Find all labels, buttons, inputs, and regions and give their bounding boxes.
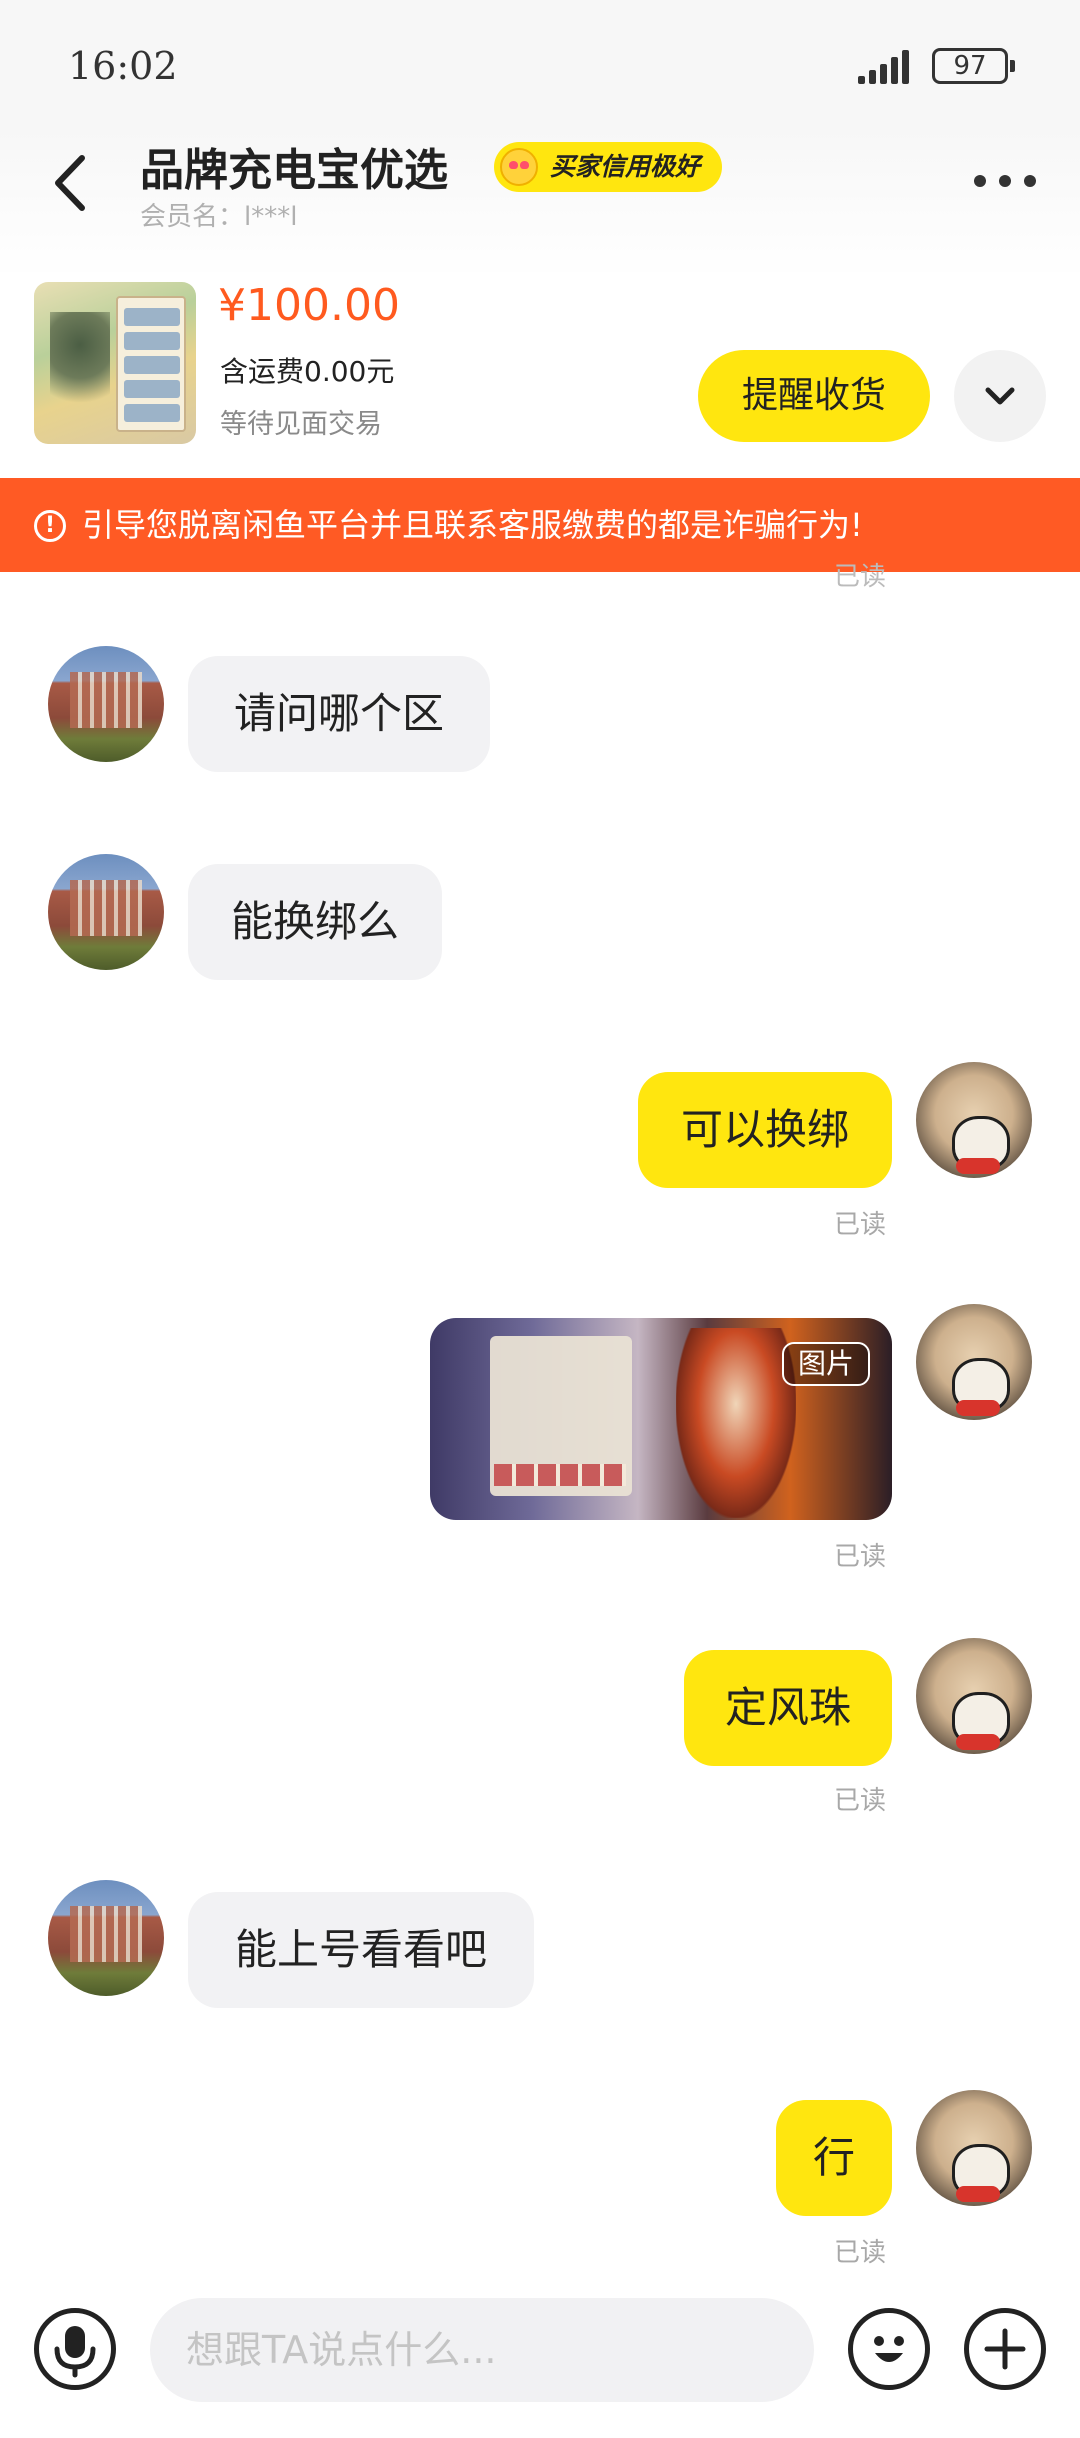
message-input[interactable] [150, 2298, 814, 2402]
trade-status: 等待见面交易 [220, 409, 382, 440]
emoji-icon [874, 2336, 904, 2362]
shop-name: 品牌充电宝优选 [140, 145, 448, 196]
my-avatar[interactable] [916, 1062, 1032, 1178]
message-bubble[interactable]: 行 [776, 2100, 892, 2216]
remind-receipt-button[interactable]: 提醒收货 [698, 350, 930, 442]
image-tag: 图片 [781, 1342, 870, 1386]
shipping-info: 含运费0.00元 [220, 355, 395, 388]
read-status: 已读 [834, 1210, 887, 1240]
status-bar: 16:02 97 [0, 0, 1080, 130]
message-bubble[interactable]: 能上号看看吧 [188, 1892, 534, 2008]
status-time: 16:02 [68, 44, 178, 88]
read-status: 已读 [834, 1542, 887, 1572]
my-avatar[interactable] [916, 1638, 1032, 1754]
more-actions-button[interactable] [964, 2308, 1046, 2390]
read-status: 已读 [834, 1786, 887, 1816]
heart-eyes-icon [500, 148, 538, 186]
emoji-button[interactable] [848, 2308, 930, 2390]
credit-badge: 买家信用极好 [494, 142, 723, 192]
credit-badge-label: 买家信用极好 [550, 152, 701, 181]
my-avatar[interactable] [916, 2090, 1032, 2206]
read-status: 已读 [834, 2238, 887, 2268]
signal-icon [858, 48, 918, 84]
message-bubble[interactable]: 能换绑么 [188, 864, 442, 980]
battery-icon: 97 [932, 48, 1015, 84]
chevron-left-icon [55, 155, 85, 211]
microphone-icon [54, 2326, 96, 2378]
back-button[interactable] [44, 150, 98, 216]
product-thumbnail[interactable] [34, 282, 196, 444]
message-bubble[interactable]: 可以换绑 [638, 1072, 892, 1188]
more-button[interactable] [970, 160, 1040, 200]
member-name: 会员名：l***l [140, 202, 298, 232]
seller-avatar[interactable] [48, 854, 164, 970]
seller-avatar[interactable] [48, 1880, 164, 1996]
my-avatar[interactable] [916, 1304, 1032, 1420]
message-bubble[interactable]: 请问哪个区 [188, 656, 490, 772]
product-price: ¥100.00 [218, 280, 400, 331]
plus-icon [984, 2328, 1026, 2370]
alert-circle-icon: ! [34, 510, 66, 542]
message-bubble[interactable]: 定风珠 [684, 1650, 892, 1766]
chevron-down-icon [985, 387, 1015, 405]
expand-button[interactable] [954, 350, 1046, 442]
read-status: 已读 [834, 562, 887, 592]
fraud-warning-banner: ! 引导您脱离闲鱼平台并且联系客服缴费的都是诈骗行为! [0, 478, 1080, 572]
voice-button[interactable] [34, 2308, 116, 2390]
image-message[interactable]: 图片 [430, 1318, 892, 1520]
warning-text: 引导您脱离闲鱼平台并且联系客服缴费的都是诈骗行为! [82, 506, 863, 544]
seller-avatar[interactable] [48, 646, 164, 762]
